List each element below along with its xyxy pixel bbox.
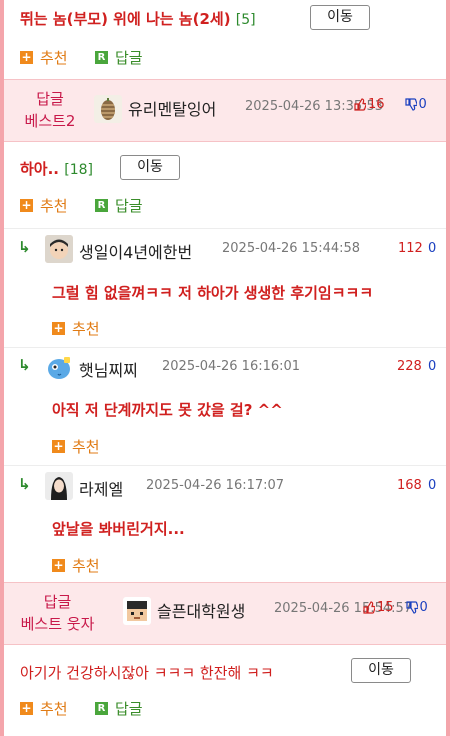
move-button[interactable]: 이동 <box>310 5 370 30</box>
avatar[interactable] <box>45 472 73 500</box>
thumbs-up-icon[interactable] <box>363 601 375 614</box>
thumbs-up-icon[interactable] <box>354 98 366 111</box>
timestamp: 2025-04-26 15:44:58 <box>222 241 361 256</box>
plus-icon: + <box>52 321 65 335</box>
best-badge-line1: 답글 <box>36 90 64 108</box>
reply-text: 앞날을 봐버린거지... <box>52 520 185 538</box>
divider <box>4 347 446 348</box>
downvote-count[interactable]: 0 <box>428 359 436 374</box>
reply-label: 답글 <box>115 197 143 215</box>
upvote-count[interactable]: 112 <box>398 241 423 256</box>
blue-character-avatar-icon <box>48 357 70 379</box>
upvote-count: 16 <box>368 97 385 112</box>
comment-count: [18] <box>64 162 93 178</box>
upvote-count[interactable]: 228 <box>397 359 422 374</box>
plus-icon: + <box>20 198 33 212</box>
timestamp: 2025-04-26 16:17:07 <box>146 478 285 493</box>
recommend-button[interactable]: + 추천 <box>52 555 100 576</box>
move-button[interactable]: 이동 <box>120 155 180 180</box>
nickname[interactable]: 라제엘 <box>79 476 123 500</box>
post-title-text[interactable]: 뛰는 놈(부모) 위에 나는 놈(2세) <box>20 10 231 28</box>
thumbs-down-icon[interactable] <box>404 98 417 111</box>
move-button[interactable]: 이동 <box>351 658 411 683</box>
reply-text: 아직 저 단계까지도 못 갔을 걸? ^^ <box>52 401 283 419</box>
upvote-count[interactable]: 168 <box>397 478 422 493</box>
nickname[interactable]: 슬픈대학원생 <box>157 598 245 622</box>
best-badge: 답글 베스트2 <box>14 88 86 132</box>
thumbs-down-icon[interactable] <box>405 601 418 614</box>
nickname[interactable]: 햇님찌찌 <box>79 357 138 381</box>
reply-r-icon: R <box>95 702 108 715</box>
nickname[interactable]: 유리멘탈잉어 <box>128 96 216 120</box>
nickname[interactable]: 생일이4년에한번 <box>79 239 192 263</box>
recommend-label: 추천 <box>40 197 68 215</box>
recommend-label: 추천 <box>72 557 100 575</box>
post-title[interactable]: 뛰는 놈(부모) 위에 나는 놈(2세) [5] <box>20 8 256 29</box>
timestamp: 2025-04-26 16:16:01 <box>162 359 301 374</box>
avatar[interactable] <box>94 95 122 123</box>
divider <box>4 465 446 466</box>
best-badge: 답글 베스트 웃자 <box>10 591 105 635</box>
pixel-character-avatar-icon <box>127 601 147 621</box>
avatar[interactable] <box>45 353 73 381</box>
upvote-count: 15 <box>377 600 394 615</box>
reply-label: 답글 <box>115 700 143 718</box>
vote-box: 15 0 <box>363 600 428 615</box>
plus-icon: + <box>20 701 33 715</box>
recommend-label: 추천 <box>72 438 100 456</box>
recommend-button[interactable]: + 추천 <box>52 318 100 339</box>
portrait-avatar-icon <box>45 472 73 500</box>
best-badge-line2: 베스트2 <box>24 112 76 130</box>
reply-arrow-icon: ↳ <box>18 238 31 256</box>
downvote-count[interactable]: 0 <box>428 478 436 493</box>
plus-icon: + <box>52 558 65 572</box>
best-badge-line2: 베스트 웃자 <box>20 615 95 633</box>
recommend-button[interactable]: + 추천 <box>20 195 68 216</box>
post-title[interactable]: 아기가 건강하시잖아 ㅋㅋㅋ 한잔해 ㅋㅋ <box>20 662 274 683</box>
recommend-button[interactable]: + 추천 <box>20 47 68 68</box>
reply-button[interactable]: R 답글 <box>95 47 143 68</box>
avatar[interactable] <box>123 597 151 625</box>
reply-button[interactable]: R 답글 <box>95 195 143 216</box>
baby-avatar-icon <box>45 235 73 263</box>
comment-count: [5] <box>235 12 256 28</box>
reply-r-icon: R <box>95 199 108 212</box>
best-badge-line1: 답글 <box>43 593 72 611</box>
vote-box: 16 0 <box>354 97 427 112</box>
recommend-label: 추천 <box>40 700 68 718</box>
plus-icon: + <box>52 439 65 453</box>
reply-arrow-icon: ↳ <box>18 356 31 374</box>
reply-r-icon: R <box>95 51 108 64</box>
reply-button[interactable]: R 답글 <box>95 698 143 719</box>
post-title-text[interactable]: 하아.. <box>20 160 59 178</box>
recommend-button[interactable]: + 추천 <box>20 698 68 719</box>
divider <box>4 228 446 229</box>
pinecone-avatar-icon <box>101 98 115 120</box>
recommend-button[interactable]: + 추천 <box>52 436 100 457</box>
plus-icon: + <box>20 50 33 64</box>
downvote-count: 0 <box>419 600 428 615</box>
recommend-label: 추천 <box>40 49 68 67</box>
recommend-label: 추천 <box>72 320 100 338</box>
reply-text: 그럴 힘 없을껴ㅋㅋ 저 하아가 생생한 후기임ㅋㅋㅋ <box>52 284 374 302</box>
downvote-count: 0 <box>418 97 427 112</box>
reply-arrow-icon: ↳ <box>18 475 31 493</box>
avatar[interactable] <box>45 235 73 263</box>
downvote-count[interactable]: 0 <box>428 241 436 256</box>
reply-label: 답글 <box>115 49 143 67</box>
post-title[interactable]: 하아.. [18] <box>20 158 93 179</box>
